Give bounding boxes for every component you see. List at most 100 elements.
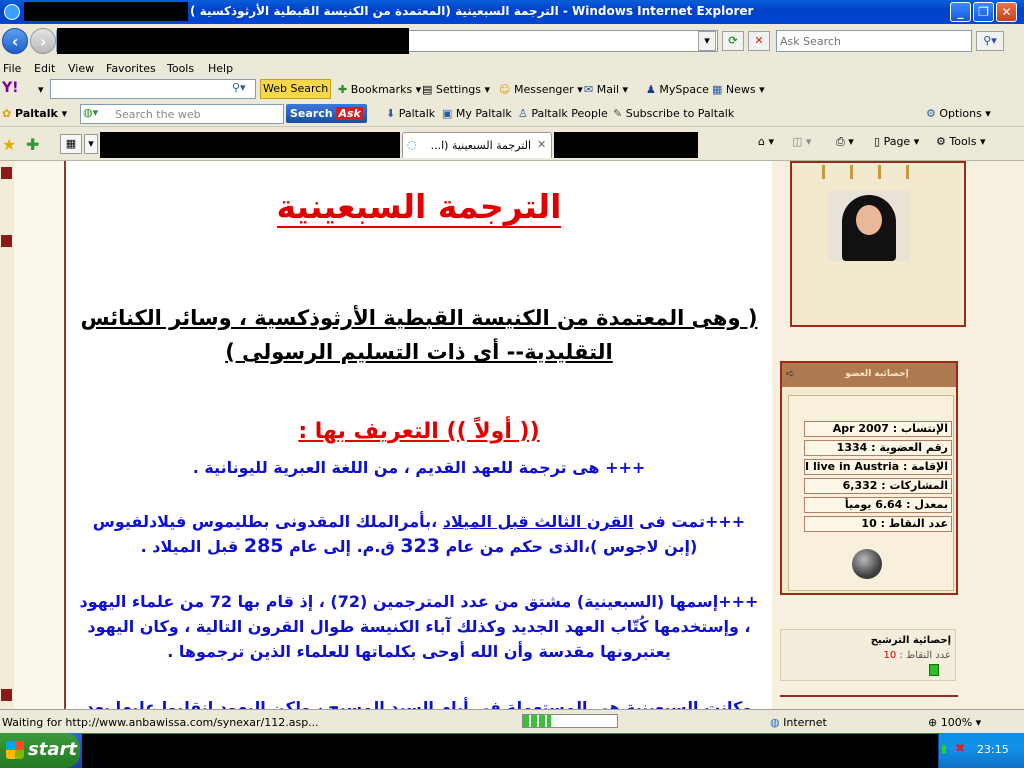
window-title: الترجمة السبعينية (المعتمدة من الكنيسة ا… <box>190 4 754 18</box>
article-body: الترجمة السبعينية ( وهى المعتمدة من الكن… <box>64 161 774 709</box>
globe-icon: ◍ <box>770 716 784 729</box>
tab-active[interactable]: ◌ الترجمة السبعينية (ا... ✕ <box>402 132 552 158</box>
menu-view[interactable]: View <box>68 62 94 75</box>
zoom-label: 100% <box>940 716 973 729</box>
tab-list-dropdown-icon[interactable]: ▾ <box>84 134 98 154</box>
back-button[interactable]: ‹ <box>2 28 28 54</box>
maximize-button[interactable]: ❐ <box>973 2 994 22</box>
menu-file[interactable]: File <box>3 62 21 75</box>
tab-bar: ★ ✚ ▦ ▾ ◌ الترجمة السبعينية (ا... ✕ ⌂ ▾ … <box>0 128 1024 161</box>
paltalk-search-input[interactable]: ◍▾ Search the web <box>80 104 284 124</box>
search-input[interactable] <box>776 30 972 52</box>
stat-points: عدد النقاط : 10 <box>804 516 952 532</box>
loading-icon: ◌ <box>407 138 417 151</box>
search-icon[interactable]: ⚲▾ <box>976 31 1004 51</box>
refresh-icon[interactable]: ⟳ <box>722 31 744 51</box>
page-menu[interactable]: ▯ Page ▾ <box>874 135 919 148</box>
print-icon[interactable]: ⎙ ▾ <box>836 135 854 149</box>
add-favorite-icon[interactable]: ✚ <box>26 135 39 154</box>
menu-help[interactable]: Help <box>208 62 233 75</box>
mail-icon: ✉ <box>584 83 597 96</box>
messenger-button[interactable]: ☺ Messenger ▾ <box>499 83 583 96</box>
tab-close-icon[interactable]: ✕ <box>537 138 546 151</box>
feeds-icon[interactable]: ◫ ▾ <box>792 135 811 148</box>
stat-joined: الإنتساب : Apr 2007 <box>804 421 952 437</box>
mail-button[interactable]: ✉ Mail ▾ <box>584 83 628 96</box>
menu-favorites[interactable]: Favorites <box>106 62 156 75</box>
progress-fill <box>523 715 552 727</box>
paragraph-3: +++إسمها (السبعينية) مشتق من عدد المترجم… <box>79 592 759 661</box>
tools-menu[interactable]: ⚙ Tools ▾ <box>936 135 986 148</box>
bookmarks-icon: ✚ <box>338 83 351 96</box>
redacted-taskbar <box>82 734 938 768</box>
yahoo-search-input[interactable] <box>50 79 256 99</box>
arrow-icon: ➪ <box>786 367 796 380</box>
subscribe-link[interactable]: ✎ Subscribe to Paltalk <box>613 107 734 120</box>
paltalk-link[interactable]: ⬇ Paltalk <box>386 107 435 120</box>
system-tray: ▮ ✖ 23:15 <box>938 733 1024 768</box>
tools-label: Tools <box>949 135 977 148</box>
status-text: Waiting for http://www.anbawissa.com/syn… <box>2 716 319 729</box>
paragraph-4: وكانت السبعينية هى المستعملة فى أيام الس… <box>85 698 753 709</box>
title-bar: الترجمة السبعينية (المعتمدة من الكنيسة ا… <box>0 0 1024 24</box>
myspace-button[interactable]: ♟ MySpace <box>646 83 709 96</box>
p2-number-1: 323 <box>400 535 440 557</box>
favorites-star-icon[interactable]: ★ <box>2 135 16 154</box>
quick-tabs-icon[interactable]: ▦ <box>60 134 82 154</box>
options-label: Options <box>939 107 982 120</box>
stop-icon[interactable]: ✕ <box>748 31 770 51</box>
search-button-label: Search <box>290 107 333 120</box>
scroll-thumb[interactable] <box>1 235 12 247</box>
stat-location: الإقامة : I live in Austria <box>804 459 952 475</box>
news-label: News <box>725 83 756 96</box>
news-button[interactable]: ▦ News ▾ <box>712 83 765 96</box>
search-icon[interactable]: ⚲▾ <box>232 81 246 94</box>
options-button[interactable]: ⚙ Options ▾ <box>926 107 991 120</box>
page-title-text: الترجمة السبعينية <box>276 187 562 228</box>
network-icon[interactable]: ▮ <box>941 742 947 755</box>
yahoo-logo-icon[interactable]: Y! <box>2 80 19 96</box>
menu-tools[interactable]: Tools <box>167 62 194 75</box>
mail-label: Mail <box>596 83 620 96</box>
zoom-control[interactable]: ⊕ 100% ▾ <box>928 716 981 729</box>
left-scrollbar[interactable] <box>0 161 15 709</box>
close-button[interactable]: ✕ <box>996 2 1017 22</box>
forward-button[interactable]: › <box>30 28 56 54</box>
menu-edit[interactable]: Edit <box>34 62 55 75</box>
right-margin <box>972 161 1024 709</box>
p2-number-2: 285 <box>243 535 284 557</box>
home-icon[interactable]: ⌂ ▾ <box>758 135 774 148</box>
address-row: ‹ › ▾ ⟳ ✕ ⚲▾ <box>0 24 1024 59</box>
green-indicator-icon <box>929 664 939 676</box>
online-status-icon[interactable] <box>852 549 882 579</box>
paltalk-people-link[interactable]: ♙ Paltalk People <box>518 107 608 120</box>
address-field[interactable] <box>56 28 718 54</box>
myspace-icon: ♟ <box>646 83 660 96</box>
address-dropdown-button[interactable]: ▾ <box>698 31 716 51</box>
minimize-button[interactable]: _ <box>950 2 971 22</box>
page-title: الترجمة السبعينية <box>66 187 772 228</box>
paltalk-search-button[interactable]: Search Ask <box>286 104 367 123</box>
settings-icon: ▤ <box>422 83 436 96</box>
paltalk-logo[interactable]: ✿ Paltalk ▾ <box>2 107 67 120</box>
p2-text-a: +++تمت فى <box>633 512 746 531</box>
avatar <box>828 191 910 261</box>
scroll-down-icon[interactable] <box>1 689 12 701</box>
stat-member-id: رقم العضوية : 1334 <box>804 440 952 456</box>
redacted-tab <box>100 132 400 158</box>
my-paltalk-link[interactable]: ▣ My Paltalk <box>442 107 512 120</box>
settings-button[interactable]: ▤ Settings ▾ <box>422 83 490 96</box>
stats-header: إحصائية العضو <box>845 369 909 379</box>
settings-label: Settings <box>435 83 482 96</box>
bookmarks-button[interactable]: ✚ Bookmarks ▾ <box>338 83 421 96</box>
ask-logo: Ask <box>336 107 363 120</box>
news-icon: ▦ <box>712 83 726 96</box>
security-icon[interactable]: ✖ <box>955 741 965 755</box>
scroll-up-icon[interactable] <box>1 167 12 179</box>
p2-text-d: قبل الميلاد . <box>140 537 244 556</box>
decor-row <box>822 165 932 179</box>
web-search-button[interactable]: Web Search <box>260 79 332 99</box>
p2-text-c: ق.م. إلى عام <box>283 537 401 556</box>
yahoo-dropdown-icon[interactable]: ▾ <box>38 83 44 96</box>
zone-indicator[interactable]: ◍ Internet <box>770 716 827 729</box>
